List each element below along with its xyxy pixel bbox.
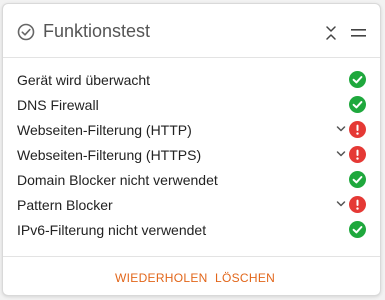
chevron-down-icon[interactable] (336, 125, 346, 133)
test-row: IPv6-Filterung nicht verwendet (3, 218, 380, 243)
test-row: Domain Blocker nicht verwendet (3, 168, 380, 193)
card-header: Funktionstest (3, 4, 380, 58)
test-row-label: Webseiten-Filterung (HTTPS) (17, 147, 202, 163)
chevron-down-icon[interactable] (336, 150, 346, 158)
collapse-icon[interactable] (324, 25, 338, 41)
repeat-button[interactable]: WIEDERHOLEN (115, 271, 208, 285)
function-test-card: Funktionstest Gerät wird überwacht DNS Fi… (2, 3, 381, 296)
test-list: Gerät wird überwacht DNS Firewall Webseite… (3, 68, 380, 243)
drag-handle-icon[interactable] (351, 28, 366, 38)
test-row[interactable]: Webseiten-Filterung (HTTP) (3, 118, 380, 143)
check-circle-icon (17, 23, 35, 41)
status-error-icon (349, 196, 366, 213)
test-row: Gerät wird überwacht (3, 68, 380, 93)
test-row-label: IPv6-Filterung nicht verwendet (17, 222, 207, 238)
test-row[interactable]: Webseiten-Filterung (HTTPS) (3, 143, 380, 168)
card-footer: WIEDERHOLEN LÖSCHEN (3, 256, 380, 297)
status-ok-icon (349, 96, 366, 113)
status-error-icon (349, 146, 366, 163)
status-ok-icon (349, 221, 366, 238)
status-error-icon (349, 121, 366, 138)
test-row-label: DNS Firewall (17, 97, 99, 113)
test-row[interactable]: Pattern Blocker (3, 193, 380, 218)
chevron-down-icon[interactable] (336, 200, 346, 208)
test-row-label: Domain Blocker nicht verwendet (17, 172, 218, 188)
card-title: Funktionstest (43, 21, 151, 41)
status-ok-icon (349, 71, 366, 88)
test-row: DNS Firewall (3, 93, 380, 118)
test-row-label: Pattern Blocker (17, 197, 113, 213)
test-row-label: Gerät wird überwacht (17, 72, 151, 88)
test-row-label: Webseiten-Filterung (HTTP) (17, 122, 192, 138)
status-ok-icon (349, 171, 366, 188)
delete-button[interactable]: LÖSCHEN (215, 271, 275, 285)
